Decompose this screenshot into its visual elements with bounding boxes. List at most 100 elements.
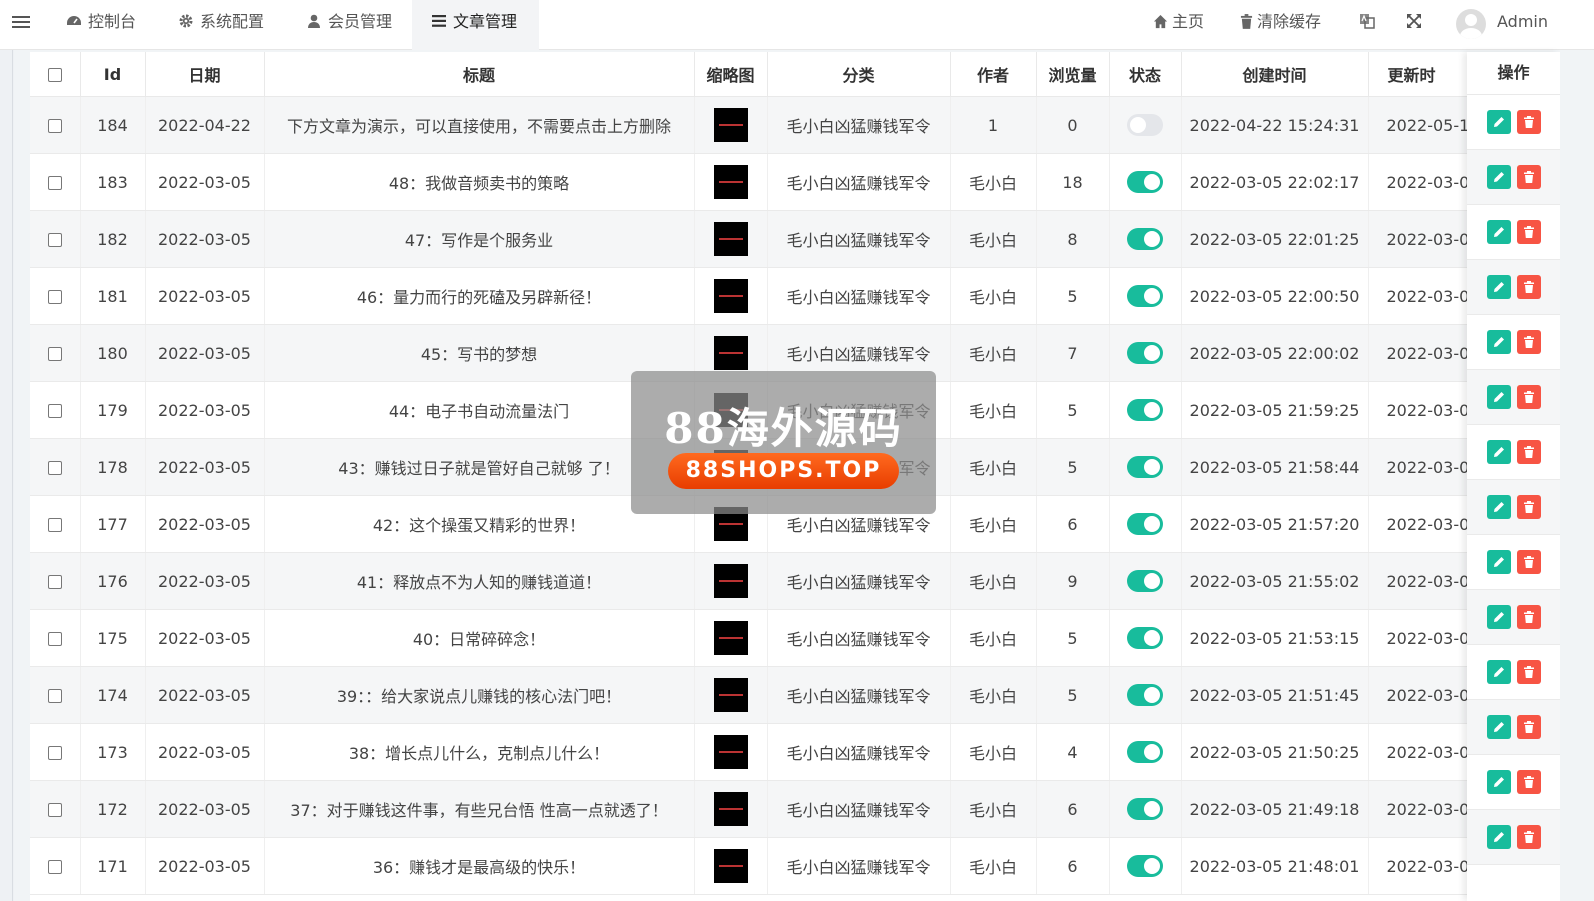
- table-row[interactable]: 182 2022-03-05 47：写作是个服务业 毛小白凶猛赚钱军令 毛小白 8 2022…: [30, 210, 1560, 268]
- column-header-created[interactable]: 创建时间: [1181, 52, 1369, 97]
- delete-button[interactable]: [1516, 495, 1541, 519]
- status-toggle[interactable]: [1127, 456, 1163, 478]
- thumbnail-image[interactable]: [713, 678, 748, 712]
- table-row[interactable]: 174 2022-03-05 39：：给大家说点儿赚钱的核心法门吧！ 毛小白凶猛赚钱军…: [30, 666, 1560, 724]
- thumbnail-image[interactable]: [713, 108, 748, 142]
- row-select-cell[interactable]: [30, 324, 81, 382]
- thumbnail-image[interactable]: [713, 735, 748, 769]
- row-select-cell[interactable]: [30, 780, 81, 838]
- delete-button[interactable]: [1516, 605, 1541, 629]
- home-link[interactable]: 主页: [1153, 0, 1204, 50]
- row-checkbox[interactable]: [47, 404, 62, 418]
- delete-button[interactable]: [1516, 110, 1541, 134]
- row-select-cell[interactable]: [30, 666, 81, 724]
- row-select-cell[interactable]: [30, 552, 81, 610]
- row-checkbox[interactable]: [47, 746, 62, 760]
- thumbnail-image[interactable]: [713, 336, 748, 370]
- status-toggle[interactable]: [1127, 342, 1163, 364]
- edit-button[interactable]: [1486, 550, 1511, 574]
- status-toggle[interactable]: [1127, 741, 1163, 763]
- row-checkbox[interactable]: [47, 860, 62, 874]
- status-toggle[interactable]: [1127, 570, 1163, 592]
- row-checkbox[interactable]: [47, 176, 62, 190]
- edit-button[interactable]: [1486, 660, 1511, 684]
- row-checkbox[interactable]: [47, 119, 62, 133]
- thumbnail-image[interactable]: [713, 849, 748, 883]
- delete-button[interactable]: [1516, 385, 1541, 409]
- table-row[interactable]: 181 2022-03-05 46：量力而行的死磕及另辟新径！ 毛小白凶猛赚钱军令 毛小…: [30, 267, 1560, 325]
- status-toggle[interactable]: [1127, 114, 1163, 136]
- delete-button[interactable]: [1516, 770, 1541, 794]
- status-toggle[interactable]: [1127, 855, 1163, 877]
- tab-dashboard[interactable]: 控制台: [66, 0, 136, 50]
- column-header-title[interactable]: 标题: [264, 52, 695, 97]
- table-row[interactable]: 175 2022-03-05 40：日常碎碎念！ 毛小白凶猛赚钱军令 毛小白 5 2022-…: [30, 609, 1560, 667]
- column-header-views[interactable]: 浏览量: [1036, 52, 1110, 97]
- delete-button[interactable]: [1516, 660, 1541, 684]
- tab-member-management[interactable]: 会员管理: [306, 0, 392, 50]
- row-select-cell[interactable]: [30, 381, 81, 439]
- delete-button[interactable]: [1516, 550, 1541, 574]
- row-checkbox[interactable]: [47, 518, 62, 532]
- row-select-cell[interactable]: [30, 609, 81, 667]
- delete-button[interactable]: [1516, 165, 1541, 189]
- delete-button[interactable]: [1516, 275, 1541, 299]
- edit-button[interactable]: [1486, 825, 1511, 849]
- edit-button[interactable]: [1486, 715, 1511, 739]
- row-checkbox[interactable]: [47, 233, 62, 247]
- avatar[interactable]: [1456, 9, 1486, 39]
- thumbnail-image[interactable]: [713, 165, 748, 199]
- row-checkbox[interactable]: [47, 575, 62, 589]
- column-header-author[interactable]: 作者: [950, 52, 1037, 97]
- row-checkbox[interactable]: [47, 290, 62, 304]
- row-select-cell[interactable]: [30, 210, 81, 268]
- column-header-id[interactable]: Id: [80, 52, 146, 97]
- table-row[interactable]: 171 2022-03-05 36：赚钱才是最高级的快乐！ 毛小白凶猛赚钱军令 毛小白 6…: [30, 837, 1560, 895]
- edit-button[interactable]: [1486, 220, 1511, 244]
- menu-toggle-icon[interactable]: [12, 13, 30, 29]
- clear-cache-button[interactable]: 清除缓存: [1240, 0, 1321, 50]
- edit-button[interactable]: [1486, 330, 1511, 354]
- edit-button[interactable]: [1486, 770, 1511, 794]
- column-header-date[interactable]: 日期: [145, 52, 265, 97]
- row-checkbox[interactable]: [47, 347, 62, 361]
- row-checkbox[interactable]: [47, 461, 62, 475]
- edit-button[interactable]: [1486, 440, 1511, 464]
- status-toggle[interactable]: [1127, 171, 1163, 193]
- row-select-cell[interactable]: [30, 153, 81, 211]
- status-toggle[interactable]: [1127, 627, 1163, 649]
- table-row[interactable]: 172 2022-03-05 37：对于赚钱这件事，有些兄台悟 性高一点就透了！ 毛小…: [30, 780, 1560, 838]
- row-select-cell[interactable]: [30, 438, 81, 496]
- edit-button[interactable]: [1486, 495, 1511, 519]
- thumbnail-image[interactable]: [713, 792, 748, 826]
- delete-button[interactable]: [1516, 220, 1541, 244]
- status-toggle[interactable]: [1127, 399, 1163, 421]
- edit-button[interactable]: [1486, 275, 1511, 299]
- row-select-cell[interactable]: [30, 837, 81, 895]
- delete-button[interactable]: [1516, 440, 1541, 464]
- row-select-cell[interactable]: [30, 96, 81, 154]
- table-row[interactable]: 184 2022-04-22 下方文章为演示，可以直接使用，不需要点击上方删除 毛小白…: [30, 96, 1560, 154]
- row-select-cell[interactable]: [30, 723, 81, 781]
- scroll-gutter[interactable]: [1560, 52, 1594, 901]
- row-checkbox[interactable]: [47, 632, 62, 646]
- language-button[interactable]: [1359, 0, 1375, 50]
- row-checkbox[interactable]: [47, 803, 62, 817]
- tab-article-management[interactable]: 文章管理: [412, 0, 539, 50]
- select-all-checkbox[interactable]: [47, 68, 62, 82]
- thumbnail-image[interactable]: [713, 564, 748, 598]
- thumbnail-image[interactable]: [713, 621, 748, 655]
- edit-button[interactable]: [1486, 605, 1511, 629]
- status-toggle[interactable]: [1127, 285, 1163, 307]
- edit-button[interactable]: [1486, 385, 1511, 409]
- column-header-category[interactable]: 分类: [767, 52, 951, 97]
- status-toggle[interactable]: [1127, 798, 1163, 820]
- delete-button[interactable]: [1516, 715, 1541, 739]
- thumbnail-image[interactable]: [713, 222, 748, 256]
- tab-system-config[interactable]: 系统配置: [178, 0, 264, 50]
- row-select-cell[interactable]: [30, 267, 81, 325]
- row-checkbox[interactable]: [47, 689, 62, 703]
- column-header-status[interactable]: 状态: [1109, 52, 1182, 97]
- delete-button[interactable]: [1516, 330, 1541, 354]
- user-name[interactable]: Admin: [1497, 0, 1548, 50]
